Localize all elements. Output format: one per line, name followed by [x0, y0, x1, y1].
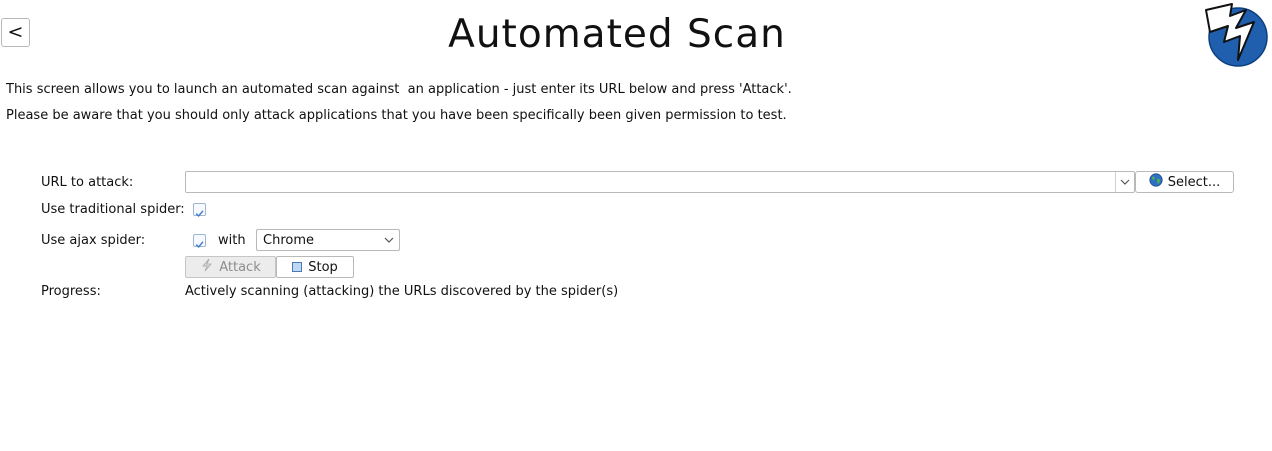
- browser-select-value: Chrome: [263, 233, 314, 248]
- globe-icon: [1149, 173, 1163, 191]
- ajax-spider-checkbox[interactable]: [193, 234, 206, 249]
- with-label: with: [218, 233, 246, 248]
- progress-status: Actively scanning (attacking) the URLs d…: [185, 284, 619, 299]
- browser-select[interactable]: Chrome: [256, 229, 400, 251]
- traditional-spider-checkbox[interactable]: [193, 203, 206, 218]
- stop-button[interactable]: Stop: [276, 256, 354, 278]
- ajax-spider-label: Use ajax spider:: [41, 233, 146, 248]
- traditional-spider-label: Use traditional spider:: [41, 202, 185, 217]
- checkmark-icon: [195, 210, 204, 218]
- stop-button-label: Stop: [308, 259, 338, 275]
- select-button-label: Select...: [1167, 174, 1221, 190]
- attack-button[interactable]: Attack: [185, 256, 276, 278]
- url-combobox[interactable]: [185, 171, 1135, 193]
- url-label: URL to attack:: [41, 175, 134, 190]
- checkmark-icon: [195, 241, 204, 249]
- url-input[interactable]: [190, 173, 1112, 191]
- chevron-down-icon: [383, 232, 395, 252]
- intro-text-line-1: This screen allows you to launch an auto…: [6, 82, 792, 97]
- lightning-icon: [200, 258, 214, 276]
- page-title: Automated Scan: [448, 12, 786, 57]
- chevron-down-icon[interactable]: [1115, 172, 1134, 192]
- intro-text-line-2: Please be aware that you should only att…: [6, 108, 787, 123]
- progress-label: Progress:: [41, 284, 101, 299]
- zap-logo-icon: [1202, 2, 1272, 68]
- attack-button-label: Attack: [219, 259, 261, 275]
- stop-icon: [292, 262, 303, 272]
- select-button[interactable]: Select...: [1135, 171, 1234, 193]
